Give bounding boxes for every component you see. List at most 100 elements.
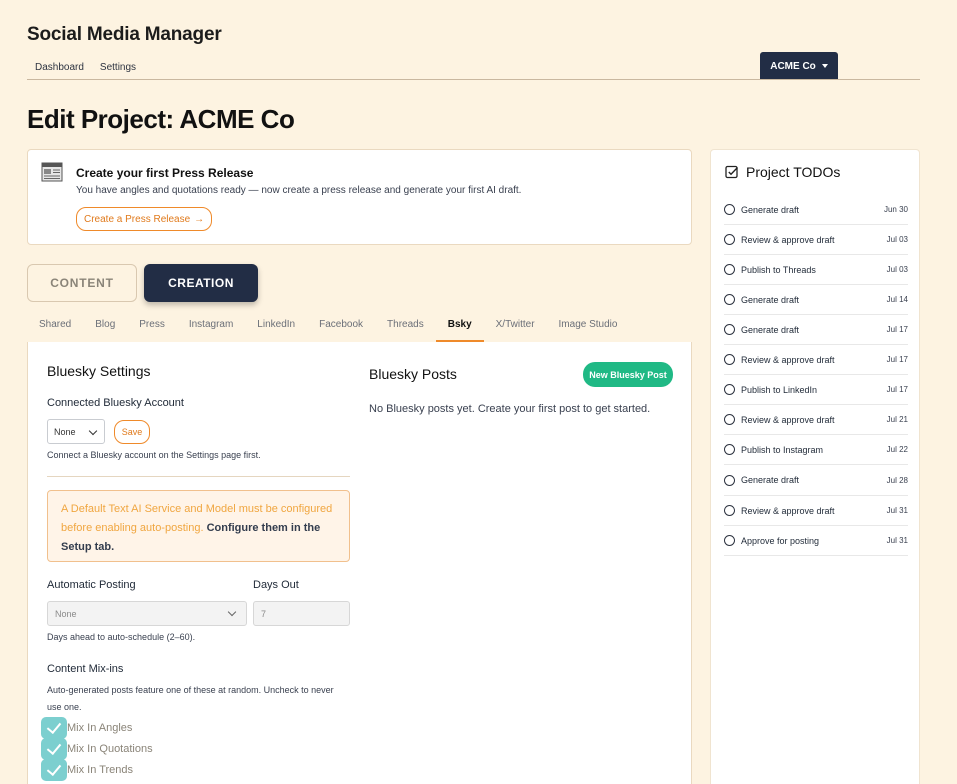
todo-date: Jul 17 [886, 325, 908, 334]
todo-date: Jul 03 [886, 265, 908, 274]
todo-item[interactable]: Review & approve draft Jul 21 [724, 405, 908, 435]
mixin-quotations-row[interactable]: Mix In Quotations [41, 738, 153, 760]
press-release-banner: Create your first Press Release You have… [27, 149, 692, 245]
chevron-down-icon [227, 607, 237, 617]
create-press-release-button[interactable]: Create a Press Release → [76, 207, 213, 231]
todo-item[interactable]: Review & approve draft Jul 17 [724, 345, 908, 375]
todo-date: Jul 31 [886, 506, 908, 515]
todo-label: Review & approve draft [741, 234, 835, 245]
tab-shared[interactable]: Shared [27, 312, 83, 342]
newspaper-icon [41, 162, 63, 182]
tab-press[interactable]: Press [127, 312, 177, 342]
tab-threads[interactable]: Threads [375, 312, 436, 342]
org-dropdown-label: ACME Co [770, 60, 816, 72]
nav-divider [27, 79, 920, 80]
mixin-angles-checkbox[interactable] [41, 717, 67, 739]
auto-posting-label: Automatic Posting [47, 579, 136, 591]
todo-label: Publish to LinkedIn [741, 384, 818, 395]
new-bluesky-post-button[interactable]: New Bluesky Post [583, 362, 673, 387]
tab-blog[interactable]: Blog [83, 312, 127, 342]
todo-item[interactable]: Publish to Instagram Jul 22 [724, 435, 908, 465]
mixin-quotations-label: Mix In Quotations [67, 743, 153, 755]
banner-description: You have angles and quotations ready — n… [76, 185, 522, 196]
todo-radio[interactable] [724, 324, 735, 335]
mixin-quotations-checkbox[interactable] [41, 738, 67, 760]
todo-item[interactable]: Generate draft Jul 14 [724, 285, 908, 315]
app-title: Social Media Manager [27, 24, 222, 45]
todo-label: Generate draft [741, 475, 800, 485]
posts-empty-state: No Bluesky posts yet. Create your first … [369, 403, 651, 415]
todo-radio[interactable] [724, 474, 735, 486]
todo-date: Jul 31 [886, 536, 908, 545]
todo-radio[interactable] [724, 505, 735, 516]
account-select[interactable]: None [47, 419, 105, 444]
org-dropdown[interactable]: ACME Co [760, 52, 838, 80]
todo-item[interactable]: Review & approve draft Jul 03 [724, 225, 908, 255]
tab-bsky[interactable]: Bsky [435, 312, 484, 342]
todo-label: Generate draft [741, 294, 800, 305]
todo-radio[interactable] [724, 294, 735, 305]
checkbox-list-icon [725, 165, 739, 179]
channel-tabs: Shared Blog Press Instagram LinkedIn Fac… [27, 312, 629, 342]
todo-label: Review & approve draft [741, 354, 835, 365]
create-press-release-label: Create a Press Release [84, 213, 191, 225]
todo-label: Review & approve draft [741, 414, 835, 425]
tab-instagram[interactable]: Instagram [177, 312, 245, 342]
caret-down-icon [821, 64, 828, 68]
todo-label: Publish to Threads [741, 264, 816, 275]
mode-creation-button[interactable]: CREATION [144, 264, 258, 302]
tab-image-studio[interactable]: Image Studio [547, 312, 630, 342]
todo-label: Publish to Instagram [741, 444, 824, 455]
days-hint: Days ahead to auto-schedule (2–60). [47, 632, 196, 642]
todo-date: Jun 30 [883, 205, 908, 214]
days-out-input[interactable]: 7 [253, 601, 350, 626]
tab-facebook[interactable]: Facebook [307, 312, 375, 342]
config-warning: A Default Text AI Service and Model must… [47, 490, 350, 562]
todo-date: Jul 17 [886, 385, 908, 394]
auto-posting-value: None [55, 608, 77, 619]
todo-radio[interactable] [724, 204, 735, 215]
mode-content-button[interactable]: CONTENT [27, 264, 137, 302]
todo-item[interactable]: Publish to LinkedIn Jul 17 [724, 375, 908, 405]
todo-date: Jul 17 [886, 355, 908, 364]
mixin-angles-label: Mix In Angles [67, 722, 133, 734]
todo-radio[interactable] [724, 264, 735, 275]
todo-item[interactable]: Approve for posting Jul 31 [724, 526, 908, 556]
todo-label: Approve for posting [741, 535, 820, 546]
todo-item[interactable]: Generate draft Jul 17 [724, 315, 908, 345]
todo-title: Project TODOs [746, 164, 841, 180]
mixin-angles-row[interactable]: Mix In Angles [41, 717, 132, 739]
tab-linkedin[interactable]: LinkedIn [245, 312, 307, 342]
todo-header: Project TODOs [725, 164, 840, 180]
todo-radio[interactable] [724, 234, 735, 245]
todo-item[interactable]: Publish to Threads Jul 03 [724, 255, 908, 285]
todo-radio[interactable] [724, 384, 735, 395]
save-button[interactable]: Save [114, 420, 150, 444]
auto-posting-select[interactable]: None [47, 601, 247, 626]
banner-title: Create your first Press Release [76, 166, 254, 180]
arrow-right-icon: → [194, 213, 205, 225]
mixins-label: Content Mix-ins [47, 663, 124, 675]
tab-x-twitter[interactable]: X/Twitter [484, 312, 547, 342]
todo-date: Jul 22 [886, 445, 908, 454]
page-title: Edit Project: ACME Co [27, 104, 295, 134]
divider [47, 476, 350, 477]
nav-dashboard[interactable]: Dashboard [35, 62, 84, 73]
settings-title: Bluesky Settings [47, 363, 151, 379]
nav-settings[interactable]: Settings [100, 62, 136, 73]
todo-radio[interactable] [724, 354, 735, 365]
project-todos-panel: Project TODOs Generate draft Jun 30 Revie… [710, 149, 920, 784]
todo-label: Generate draft [741, 204, 800, 215]
todo-label: Generate draft [741, 324, 800, 335]
mixin-trends-row[interactable]: Mix In Trends [41, 759, 133, 781]
mixin-trends-checkbox[interactable] [41, 759, 67, 781]
todo-item[interactable]: Generate draft Jun 30 [724, 195, 908, 225]
todo-item[interactable]: Review & approve draft Jul 31 [724, 496, 908, 526]
mixins-description: Auto-generated posts feature one of thes… [47, 685, 334, 712]
todo-radio[interactable] [724, 535, 735, 546]
account-hint: Connect a Bluesky account on the Setting… [47, 450, 261, 460]
todo-item[interactable]: Generate draft Jul 28 [724, 465, 908, 496]
todo-radio[interactable] [724, 444, 735, 455]
account-label: Connected Bluesky Account [47, 397, 184, 409]
todo-radio[interactable] [724, 414, 735, 425]
